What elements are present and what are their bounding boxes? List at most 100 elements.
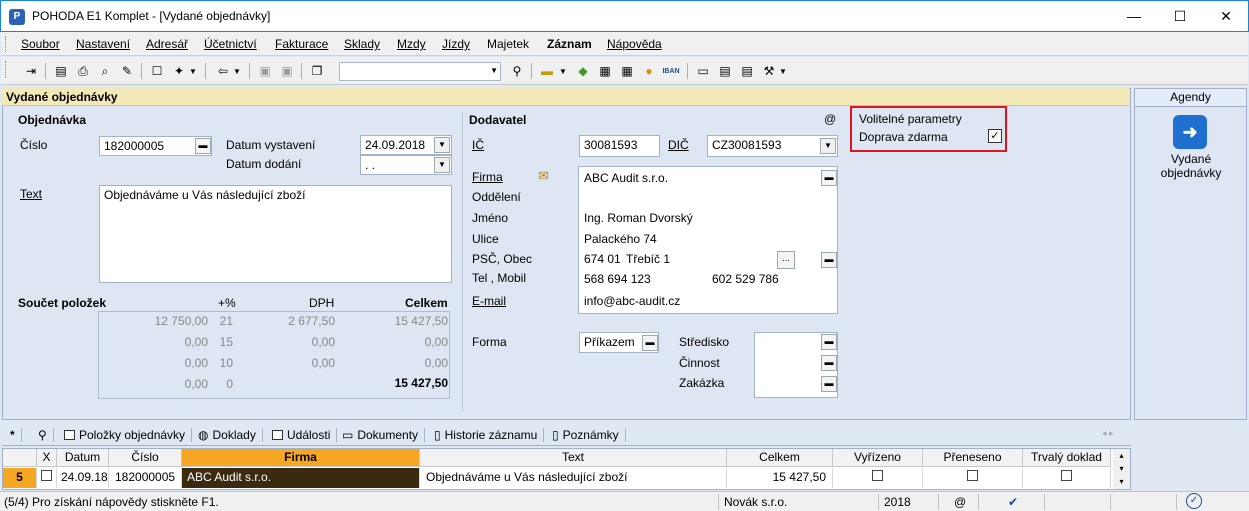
new-record-icon[interactable]: ☐ (147, 61, 167, 81)
menu-mzdy[interactable]: Mzdy (397, 37, 426, 51)
firma-value[interactable]: ABC Audit s.r.o. (584, 171, 668, 185)
iban-icon[interactable]: IBAN (661, 61, 681, 81)
obec-value[interactable]: Třebíč 1 (626, 252, 670, 266)
ellipsis-button[interactable]: ... (777, 251, 795, 269)
maximize-button[interactable]: ☐ (1157, 1, 1203, 32)
menu-adresar[interactable]: Adresář (146, 37, 188, 51)
tab-udalosti[interactable]: Události (272, 428, 338, 442)
cell-cislo[interactable]: 182000005 (109, 468, 182, 488)
ulice-value[interactable]: Palackého 74 (584, 232, 657, 246)
col-header-datum[interactable]: Datum (57, 449, 109, 467)
menu-fakturace[interactable]: Fakturace (275, 37, 328, 51)
col-header-vyrizeno[interactable]: Vyřízeno (833, 449, 923, 467)
quick-filter-combo[interactable]: ▼ (339, 62, 501, 81)
tab-poznamky[interactable]: ▯ Poznámky (552, 428, 626, 442)
address-book-icon[interactable]: ✉ (538, 168, 549, 184)
menu-sklady[interactable]: Sklady (344, 37, 380, 51)
cancel-edit-icon[interactable]: ▣ (277, 61, 297, 81)
cell-firma[interactable]: ABC Audit s.r.o. (182, 468, 420, 488)
print-setup-icon[interactable]: ▤ (51, 61, 71, 81)
list-button-icon[interactable]: ▬ (821, 252, 837, 268)
list-button-icon[interactable]: ▬ (821, 376, 837, 392)
menu-majetek[interactable]: Majetek (487, 37, 529, 51)
tab-star[interactable]: * (10, 428, 22, 442)
pay-icon[interactable]: ◆ (573, 61, 593, 81)
cell-datum[interactable]: 24.09.18 (57, 468, 109, 488)
doc-icon[interactable]: ▤ (737, 61, 757, 81)
table-icon[interactable]: ▦ (617, 61, 637, 81)
coins-icon[interactable]: ● (639, 61, 659, 81)
tab-polozky[interactable]: Položky objednávky (64, 428, 193, 442)
grid-scrollbar[interactable]: ▴ ▾ ▾ (1113, 449, 1130, 489)
note-icon[interactable]: ▭ (693, 61, 713, 81)
doprava-zdarma-checkbox[interactable]: ✓ (988, 129, 1002, 143)
text-field[interactable]: Objednáváme u Vás následující zboží (99, 185, 452, 283)
agenda-item-label[interactable]: Vydané objednávky (1145, 152, 1237, 180)
menu-jizdy[interactable]: Jízdy (442, 37, 470, 51)
chevron-down-icon[interactable]: ▼ (434, 137, 450, 153)
ic-field[interactable]: 30081593 (579, 135, 660, 157)
filter-icon[interactable]: ⚲ (507, 61, 527, 81)
vyrizeno-checkbox[interactable] (872, 470, 883, 481)
cell-celkem[interactable]: 15 427,50 (727, 468, 833, 488)
col-header-celkem[interactable]: Celkem (727, 449, 833, 467)
jmeno-value[interactable]: Ing. Roman Dvorský (584, 211, 693, 225)
trvaly-doklad-checkbox[interactable] (1061, 470, 1072, 481)
list-button-icon[interactable]: ▬ (821, 334, 837, 350)
chevron-down-icon[interactable]: ▼ (557, 61, 569, 81)
close-button[interactable]: ✕ (1203, 1, 1249, 32)
row-checkbox[interactable] (41, 470, 52, 481)
col-header-text[interactable]: Text (420, 449, 727, 467)
list-button-icon[interactable]: ▬ (821, 355, 837, 371)
exit-icon[interactable]: ⇥ (21, 61, 41, 81)
menu-zaznam[interactable]: Záznam (547, 37, 592, 51)
print-icon[interactable]: ⎙ (73, 61, 93, 81)
tab-doklady[interactable]: ◍ Doklady (198, 428, 263, 442)
tab-dokumenty[interactable]: ▭ Dokumenty (342, 428, 426, 442)
cell-vyrizeno[interactable] (833, 468, 923, 488)
calculator-icon[interactable]: ▦ (595, 61, 615, 81)
menu-napoveda[interactable]: Nápověda (607, 37, 662, 51)
list-button-icon[interactable]: ▬ (195, 138, 211, 154)
row-number[interactable]: 5 (3, 468, 37, 488)
col-header-cislo[interactable]: Číslo (109, 449, 182, 467)
tools-icon[interactable]: ⚒ (759, 61, 779, 81)
list-button-icon[interactable]: ▬ (821, 170, 837, 186)
table-row[interactable] (37, 468, 57, 488)
at-icon[interactable]: @ (824, 112, 836, 126)
tab-historie[interactable]: ▯ Historie záznamu (434, 428, 545, 442)
col-header-preneseno[interactable]: Přeneseno (923, 449, 1023, 467)
list-icon[interactable]: ▤ (715, 61, 735, 81)
col-header-x[interactable]: X (37, 449, 57, 467)
email-value[interactable]: info@abc-audit.cz (584, 294, 680, 308)
folder-icon[interactable]: ▬ (537, 61, 557, 81)
col-header-trvaly-doklad[interactable]: Trvalý doklad (1023, 449, 1111, 467)
save-icon[interactable]: ▣ (255, 61, 275, 81)
col-header-firma[interactable]: Firma (182, 449, 420, 467)
preneseno-checkbox[interactable] (967, 470, 978, 481)
menu-nastaveni[interactable]: Nastavení (76, 37, 130, 51)
tab-scroll-icon[interactable]: ◂ ▸ (1102, 428, 1114, 439)
back-icon[interactable]: ⇦ (213, 61, 233, 81)
orders-agenda-icon[interactable]: ➜ (1173, 115, 1207, 149)
menu-ucetnictvi[interactable]: Účetnictví (204, 37, 257, 51)
minimize-button[interactable]: — (1111, 1, 1157, 32)
chevron-down-icon[interactable]: ▼ (187, 61, 199, 81)
cell-text[interactable]: Objednáváme u Vás následující zboží (420, 468, 727, 488)
print-preview-icon[interactable]: ⌕ (95, 61, 115, 81)
copy-icon[interactable]: ❐ (307, 61, 327, 81)
tel-value[interactable]: 568 694 123 (584, 272, 651, 286)
chevron-down-icon[interactable]: ▼ (434, 157, 450, 173)
mobil-value[interactable]: 602 529 786 (712, 272, 779, 286)
cell-preneseno[interactable] (923, 468, 1023, 488)
wizard-icon[interactable]: ✦ (169, 61, 189, 81)
list-button-icon[interactable]: ▬ (642, 335, 658, 351)
cell-trvaly-doklad[interactable] (1023, 468, 1111, 488)
chevron-down-icon[interactable]: ▼ (777, 61, 789, 81)
chevron-down-icon[interactable]: ▼ (231, 61, 243, 81)
dic-field[interactable]: CZ30081593 (707, 135, 838, 157)
report-icon[interactable]: ✎ (117, 61, 137, 81)
psc-value[interactable]: 674 01 (584, 252, 621, 266)
chevron-down-icon[interactable]: ▼ (820, 138, 836, 154)
filter-tab-icon[interactable]: ⚲ (38, 428, 54, 442)
